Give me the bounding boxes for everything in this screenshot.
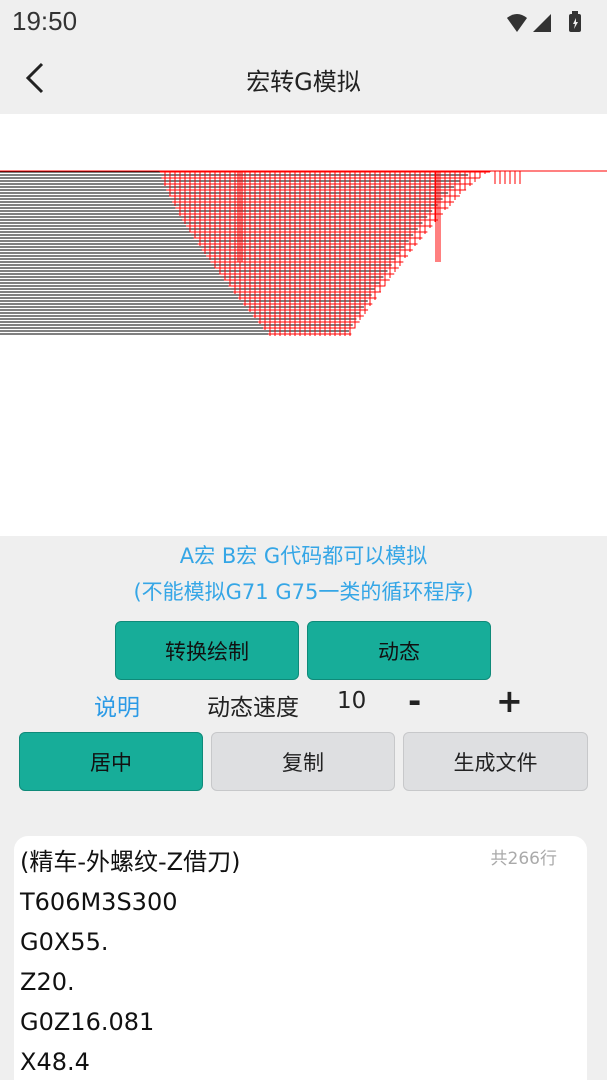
speed-value: 10 [337,688,367,714]
code-line: G0X55. [20,928,109,956]
animate-button[interactable]: 动态 [307,621,491,680]
generate-file-button[interactable]: 生成文件 [403,732,588,791]
code-line: T606M3S300 [20,888,178,916]
code-line: Z20. [20,968,75,996]
speed-decrease-button[interactable]: - [408,682,421,720]
code-line: G0Z16.081 [20,1008,155,1036]
line-count: 共266行 [490,849,557,869]
hint-line-1: A宏 B宏 G代码都可以模拟 [179,544,428,568]
code-line: X48.4 [20,1048,90,1076]
code-lines: (精车-外螺纹-Z借刀) T606M3S300 G0X55. Z20. G0Z1… [20,842,241,1080]
app-bar: 宏转G模拟 [0,44,607,114]
status-icons [507,11,581,32]
page-title: 宏转G模拟 [246,68,361,96]
battery-icon [569,11,581,32]
wifi-icon [507,14,527,32]
copy-button[interactable]: 复制 [211,732,395,791]
signal-icon [533,14,551,32]
speed-label: 动态速度 [207,695,299,721]
code-line: (精车-外螺纹-Z借刀) [20,848,241,876]
status-bar: 19:50 [0,0,607,44]
hint-line-2: (不能模拟G71 G75一类的循环程序) [133,580,474,604]
help-link[interactable]: 说明 [94,688,140,722]
code-editor[interactable]: 共266行 (精车-外螺纹-Z借刀) T606M3S300 G0X55. Z20… [14,836,587,1080]
toolpath-drawing [0,170,607,336]
simulation-canvas[interactable] [0,114,607,536]
convert-draw-button[interactable]: 转换绘制 [115,621,299,680]
speed-increase-button[interactable]: + [496,682,523,720]
status-time: 19:50 [12,6,78,36]
center-button[interactable]: 居中 [19,732,203,791]
